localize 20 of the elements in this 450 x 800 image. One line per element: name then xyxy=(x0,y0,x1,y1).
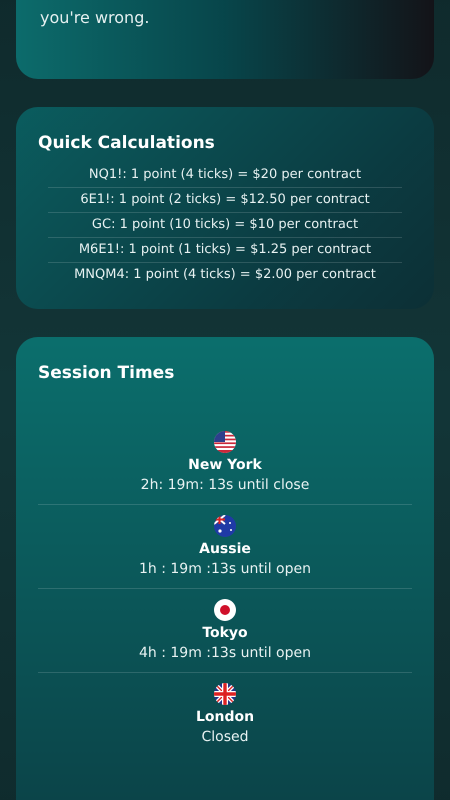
city-name: Tokyo xyxy=(202,625,248,641)
calculation-row: GC: 1 point (10 ticks) = $10 per contract xyxy=(48,213,402,238)
session-status: 1h : 19m :13s until open xyxy=(139,561,311,577)
city-name: London xyxy=(196,709,254,725)
city-name: Aussie xyxy=(199,541,251,557)
card-title: Quick Calculations xyxy=(38,133,216,153)
card-text: you're wrong. xyxy=(40,8,150,27)
calculation-row-text: MNQM4: 1 point (4 ticks) = $2.00 per contract xyxy=(73,266,377,284)
session-status: 2h: 19m: 13s until close xyxy=(140,477,310,493)
session-status: 4h : 19m :13s until open xyxy=(139,645,311,661)
calculation-row: NQ1!: 1 point (4 ticks) = $20 per contract xyxy=(48,163,402,188)
calculation-row: M6E1!: 1 point (1 ticks) = $1.25 per contract xyxy=(48,238,402,263)
flag-icon xyxy=(214,683,236,705)
session-status: Closed xyxy=(201,729,249,745)
flag-icon xyxy=(214,431,236,453)
calculation-row: 6E1!: 1 point (2 ticks) = $12.50 per contract xyxy=(48,188,402,213)
flag-icon xyxy=(214,599,236,621)
card-title: Session Times xyxy=(38,363,176,383)
flag-icon xyxy=(214,515,236,537)
city-name: New York xyxy=(188,457,262,473)
